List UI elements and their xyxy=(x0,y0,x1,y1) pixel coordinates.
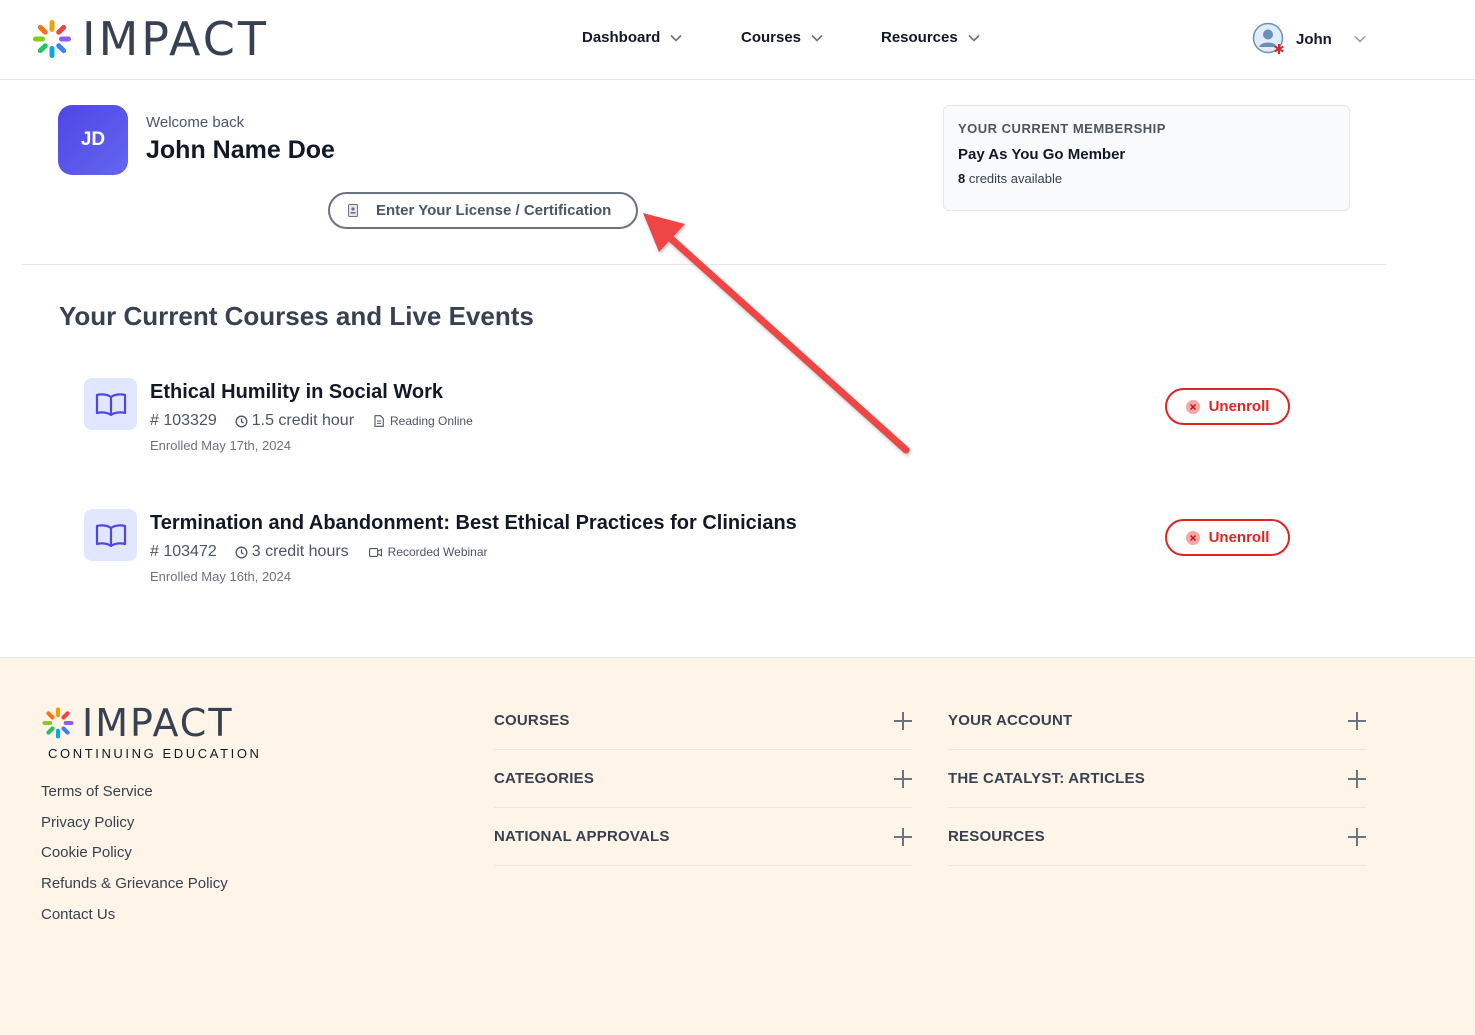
footer-accordion-courses[interactable]: COURSES xyxy=(494,692,912,750)
user-avatar-icon xyxy=(1252,22,1284,54)
course-credits-label: 1.5 credit hour xyxy=(251,412,355,429)
site-footer: IMPACT CONTINUING EDUCATION Terms of Ser… xyxy=(0,657,1475,1035)
x-circle-icon xyxy=(1185,399,1200,414)
top-header: IMPACT Dashboard Courses Resources John xyxy=(0,0,1475,80)
membership-plan: Pay As You Go Member xyxy=(958,146,1126,163)
accordion-label: THE CATALYST: ARTICLES xyxy=(948,770,1145,787)
accordion-label: COURSES xyxy=(494,712,570,729)
section-divider xyxy=(22,264,1386,265)
plus-icon xyxy=(1348,711,1366,730)
book-icon xyxy=(84,378,137,430)
unenroll-label: Unenroll xyxy=(1208,529,1270,546)
footer-brand-logo[interactable]: IMPACT xyxy=(40,704,234,742)
document-icon xyxy=(374,415,384,427)
course-enrolled-date: Enrolled May 17th, 2024 xyxy=(150,438,291,453)
chevron-down-icon xyxy=(968,34,980,42)
clock-icon xyxy=(235,546,248,558)
clock-icon xyxy=(235,415,248,427)
logo-burst-icon xyxy=(33,20,71,58)
course-title[interactable]: Ethical Humility in Social Work xyxy=(150,381,443,404)
book-icon xyxy=(84,509,137,561)
course-meta: # 103329 1.5 credit hour Reading Online xyxy=(150,412,473,430)
footer-link-privacy[interactable]: Privacy Policy xyxy=(41,814,228,845)
course-format: Reading Online xyxy=(374,414,473,428)
course-item: Termination and Abandonment: Best Ethica… xyxy=(84,509,1304,599)
welcome-greeting: Welcome back xyxy=(146,114,245,131)
nav-dashboard-label: Dashboard xyxy=(582,29,661,46)
courses-section-title: Your Current Courses and Live Events xyxy=(59,301,534,331)
course-id: # 103472 xyxy=(150,543,217,560)
footer-link-terms[interactable]: Terms of Service xyxy=(41,783,228,814)
chevron-down-icon xyxy=(811,34,823,42)
course-meta: # 103472 3 credit hours Recorded Webinar xyxy=(150,543,488,561)
credits-text: credits available xyxy=(968,171,1063,186)
unenroll-label: Unenroll xyxy=(1208,398,1270,415)
course-credits-label: 3 credit hours xyxy=(251,543,349,560)
footer-link-cookie[interactable]: Cookie Policy xyxy=(41,844,228,875)
footer-accordion-your-account[interactable]: YOUR ACCOUNT xyxy=(948,692,1366,750)
page: IMPACT Dashboard Courses Resources John … xyxy=(0,0,1475,1035)
chevron-down-icon xyxy=(670,34,682,42)
nav-courses-label: Courses xyxy=(741,29,802,46)
footer-brand-name: IMPACT xyxy=(82,701,234,745)
logo-burst-icon xyxy=(42,707,74,739)
nav-courses[interactable]: Courses xyxy=(741,29,823,46)
course-format: Recorded Webinar xyxy=(368,545,488,559)
video-icon xyxy=(368,547,382,557)
accordion-label: NATIONAL APPROVALS xyxy=(494,828,670,845)
footer-brand-subtitle: CONTINUING EDUCATION xyxy=(48,746,262,761)
course-credits: 1.5 credit hour xyxy=(235,412,354,430)
user-name: John xyxy=(1296,30,1332,48)
plus-icon xyxy=(894,711,912,730)
credits-count: 8 xyxy=(958,171,966,186)
course-format-label: Recorded Webinar xyxy=(387,545,488,559)
course-title[interactable]: Termination and Abandonment: Best Ethica… xyxy=(150,512,797,535)
plus-icon xyxy=(894,769,912,788)
course-id: # 103329 xyxy=(150,412,217,429)
accordion-label: YOUR ACCOUNT xyxy=(948,712,1073,729)
footer-link-contact[interactable]: Contact Us xyxy=(41,906,228,937)
course-item: Ethical Humility in Social Work # 103329… xyxy=(84,378,1304,468)
plus-icon xyxy=(1348,769,1366,788)
membership-card: YOUR CURRENT MEMBERSHIP Pay As You Go Me… xyxy=(943,105,1350,211)
id-card-icon xyxy=(348,204,358,217)
nav-resources[interactable]: Resources xyxy=(881,29,980,46)
welcome-user-name: John Name Doe xyxy=(146,136,335,164)
unenroll-button[interactable]: Unenroll xyxy=(1165,388,1290,425)
footer-accordion-resources[interactable]: RESOURCES xyxy=(948,808,1366,866)
x-circle-icon xyxy=(1185,530,1200,545)
nav-dashboard[interactable]: Dashboard xyxy=(582,29,682,46)
chevron-down-icon xyxy=(1354,35,1366,43)
brand-name: IMPACT xyxy=(82,12,269,66)
course-enrolled-date: Enrolled May 16th, 2024 xyxy=(150,569,291,584)
enter-license-button[interactable]: Enter Your License / Certification xyxy=(328,192,638,229)
user-initials-avatar: JD xyxy=(58,105,128,175)
brand-logo[interactable]: IMPACT xyxy=(30,16,269,62)
unenroll-button[interactable]: Unenroll xyxy=(1165,519,1290,556)
membership-credits: 8 credits available xyxy=(958,171,1335,186)
plus-icon xyxy=(894,827,912,846)
enter-license-label: Enter Your License / Certification xyxy=(376,202,612,219)
footer-links: Terms of Service Privacy Policy Cookie P… xyxy=(41,783,228,936)
membership-heading: YOUR CURRENT MEMBERSHIP xyxy=(958,121,1166,136)
course-credits: 3 credit hours xyxy=(235,543,349,561)
course-format-label: Reading Online xyxy=(390,414,473,428)
footer-accordion-categories[interactable]: CATEGORIES xyxy=(494,750,912,808)
footer-accordion-national-approvals[interactable]: NATIONAL APPROVALS xyxy=(494,808,912,866)
accordion-label: CATEGORIES xyxy=(494,770,595,787)
accordion-label: RESOURCES xyxy=(948,828,1045,845)
plus-icon xyxy=(1348,827,1366,846)
nav-resources-label: Resources xyxy=(881,29,958,46)
footer-link-refunds[interactable]: Refunds & Grievance Policy xyxy=(41,875,228,906)
footer-accordion-catalyst-articles[interactable]: THE CATALYST: ARTICLES xyxy=(948,750,1366,808)
user-menu[interactable]: John xyxy=(1252,22,1366,56)
